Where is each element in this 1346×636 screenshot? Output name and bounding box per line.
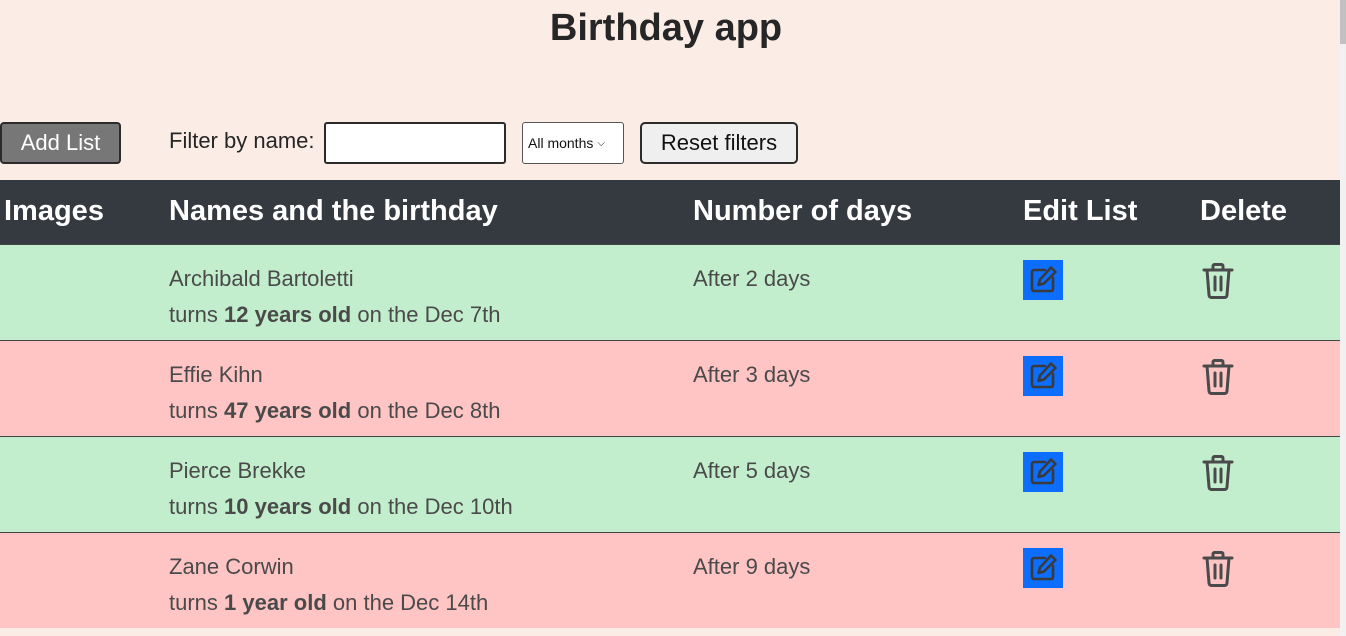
birthday-date: on the Dec 10th (357, 493, 513, 519)
turns-text: turns (169, 301, 218, 327)
delete-button[interactable] (1200, 357, 1236, 397)
header-delete: Delete (1200, 195, 1288, 228)
table-body: Archibald Bartoletti turns 12 years old … (0, 244, 1340, 628)
edit-button[interactable] (1023, 355, 1063, 396)
scrollbar-thumb[interactable] (1340, 0, 1346, 44)
edit-cell (1019, 532, 1196, 628)
days-cell: After 2 days (689, 244, 1019, 340)
edit-icon (1030, 553, 1057, 580)
birthday-date: on the Dec 14th (332, 589, 489, 615)
delete-button[interactable] (1200, 453, 1236, 493)
turns-text: turns (169, 397, 218, 423)
filter-label: Filter by name: (169, 128, 315, 153)
person-name: Effie Kihn (169, 361, 263, 387)
birthday-line: turns 47 years old on the Dec 8th (169, 393, 685, 429)
table-header-row: Images Names and the birthday Number of … (0, 180, 1340, 244)
trash-icon (1202, 262, 1234, 299)
delete-button[interactable] (1200, 549, 1236, 589)
delete-button[interactable] (1200, 261, 1236, 301)
name-cell: Zane Corwin turns 1 year old on the Dec … (165, 532, 689, 628)
table-row: Pierce Brekke turns 10 years old on the … (0, 436, 1340, 532)
days-cell: After 9 days (689, 532, 1019, 628)
filter-name-input[interactable] (324, 122, 506, 164)
days-cell: After 5 days (689, 436, 1019, 532)
app-title: Birthday app (549, 7, 783, 49)
header-images: Images (4, 195, 104, 228)
delete-cell (1196, 340, 1340, 436)
table-row: Zane Corwin turns 1 year old on the Dec … (0, 532, 1340, 628)
edit-icon (1030, 265, 1057, 292)
page: Birthday app Add List Filter by name: Al… (0, 0, 1340, 636)
edit-button[interactable] (1023, 451, 1063, 492)
edit-cell (1019, 340, 1196, 436)
age-text: 1 year old (224, 589, 327, 615)
edit-cell (1019, 436, 1196, 532)
turns-text: turns (169, 493, 218, 519)
birthday-line: turns 12 years old on the Dec 7th (169, 297, 685, 333)
month-select[interactable]: All months ⌵ (522, 122, 624, 164)
trash-icon (1202, 358, 1234, 395)
person-name: Zane Corwin (169, 553, 294, 579)
days-text: After 3 days (693, 361, 811, 387)
image-cell (0, 244, 165, 340)
edit-cell (1019, 244, 1196, 340)
edit-icon (1030, 361, 1057, 388)
birthday-date: on the Dec 8th (357, 397, 501, 423)
image-cell (0, 340, 165, 436)
delete-cell (1196, 244, 1340, 340)
header-edit: Edit List (1023, 195, 1138, 228)
delete-cell (1196, 532, 1340, 628)
days-text: After 5 days (693, 457, 811, 483)
trash-icon (1202, 550, 1234, 587)
age-text: 12 years old (224, 301, 352, 327)
age-text: 47 years old (224, 397, 352, 423)
page-scrollbar[interactable] (1340, 0, 1346, 636)
toolbar: Add List Filter by name: All months ⌵ Re… (0, 122, 1340, 164)
days-text: After 9 days (693, 553, 811, 579)
turns-text: turns (169, 589, 218, 615)
birthday-table: Images Names and the birthday Number of … (0, 180, 1340, 628)
edit-icon (1030, 457, 1057, 484)
days-cell: After 3 days (689, 340, 1019, 436)
person-name: Pierce Brekke (169, 457, 306, 483)
person-name: Archibald Bartoletti (169, 265, 354, 291)
chevron-down-icon: ⌵ (597, 137, 605, 149)
name-cell: Effie Kihn turns 47 years old on the Dec… (165, 340, 689, 436)
age-text: 10 years old (224, 493, 352, 519)
add-list-button[interactable]: Add List (0, 122, 121, 164)
image-cell (0, 436, 165, 532)
month-select-value: All months (528, 135, 594, 151)
birthday-line: turns 1 year old on the Dec 14th (169, 585, 685, 621)
table-row: Effie Kihn turns 47 years old on the Dec… (0, 340, 1340, 436)
edit-button[interactable] (1023, 547, 1063, 588)
birthday-line: turns 10 years old on the Dec 10th (169, 489, 685, 525)
reset-filters-button[interactable]: Reset filters (640, 122, 798, 164)
image-cell (0, 532, 165, 628)
edit-button[interactable] (1023, 259, 1063, 300)
delete-cell (1196, 436, 1340, 532)
name-cell: Pierce Brekke turns 10 years old on the … (165, 436, 689, 532)
name-cell: Archibald Bartoletti turns 12 years old … (165, 244, 689, 340)
days-text: After 2 days (693, 265, 811, 291)
trash-icon (1202, 454, 1234, 491)
table-row: Archibald Bartoletti turns 12 years old … (0, 244, 1340, 340)
birthday-date: on the Dec 7th (357, 301, 501, 327)
header-days: Number of days (693, 195, 913, 228)
header-names: Names and the birthday (169, 195, 498, 228)
